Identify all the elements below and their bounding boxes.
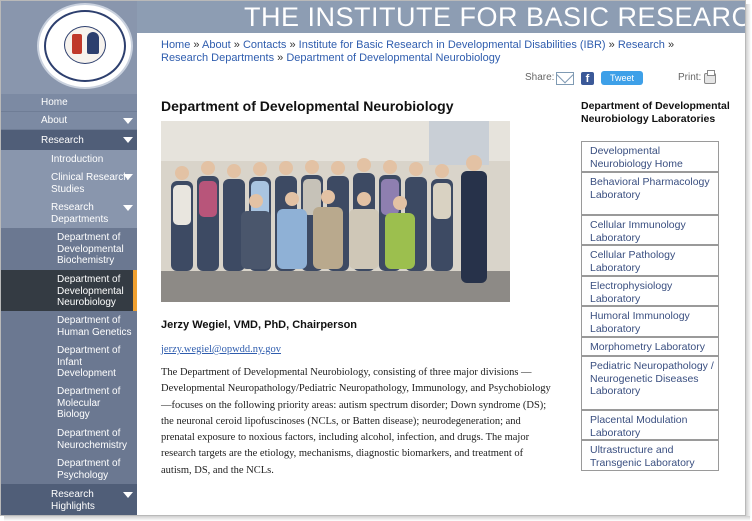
tweet-label: Tweet (609, 73, 634, 83)
lab-link-developmental-neurobiology-home[interactable]: Developmental Neurobiology Home (581, 141, 719, 172)
labs-heading: Department of Developmental Neurobiology… (581, 100, 730, 125)
sidebar-item-label: Home (41, 97, 68, 108)
sidebar-item-label: Department of Psychology (57, 458, 121, 481)
page-shadow-right (746, 4, 751, 518)
sidebar-item-label: Department of Infant Development (57, 345, 121, 379)
site-title[interactable]: THE INSTITUTE FOR BASIC RESEARCH (244, 2, 745, 33)
sidebar-item-about[interactable]: About (1, 112, 137, 130)
sidebar-item-label: Research Highlights (51, 489, 95, 512)
active-indicator (133, 270, 137, 311)
sidebar-item-label: Research (41, 135, 84, 146)
sidebar-item-psychology[interactable]: Department of Psychology (1, 454, 137, 484)
chairperson-email-link[interactable]: jerzy.wegiel@opwdd.ny.gov (161, 344, 281, 355)
sidebar-item-developmental-biochemistry[interactable]: Department of Developmental Biochemistry (1, 228, 137, 270)
breadcrumb-separator: » (193, 39, 200, 51)
lab-link-ultrastructure-transgenic[interactable]: Ultrastructure and Transgenic Laboratory (581, 440, 719, 471)
sidebar-item-home[interactable]: Home (1, 94, 137, 112)
breadcrumb: Home » About » Contacts » Institute for … (161, 39, 691, 65)
tweet-button[interactable]: Tweet (601, 71, 643, 85)
breadcrumb-separator: » (289, 39, 296, 51)
lab-link-cellular-immunology[interactable]: Cellular Immunology Laboratory (581, 215, 719, 245)
breadcrumb-contacts[interactable]: Contacts (243, 39, 286, 51)
sidebar-item-label: Introduction (51, 154, 104, 165)
lab-link-behavioral-pharmacology[interactable]: Behavioral Pharmacology Laboratory (581, 172, 719, 215)
sidebar-item-label: Research Departments (51, 202, 109, 225)
sidebar-item-developmental-neurobiology[interactable]: Department of Developmental Neurobiology (1, 270, 137, 311)
group-photo-illustration (161, 121, 510, 302)
lab-link-label: Cellular Pathology Laboratory (590, 249, 676, 274)
lab-link-label: Behavioral Pharmacology Laboratory (590, 176, 710, 201)
sidebar: Home About Research Introduction Clinica… (1, 91, 137, 515)
sidebar-item-research[interactable]: Research (1, 130, 137, 150)
lab-link-morphometry[interactable]: Morphometry Laboratory (581, 337, 719, 356)
logo-area (1, 1, 137, 91)
sidebar-item-infant-development[interactable]: Department of Infant Development (1, 341, 137, 382)
breadcrumb-separator: » (277, 52, 284, 64)
sidebar-item-label: Department of Developmental Neurobiology (57, 274, 124, 308)
lab-link-pediatric-neuropathology[interactable]: Pediatric Neuropathology / Neurogenetic … (581, 356, 719, 410)
sidebar-item-neurochemistry[interactable]: Department of Neurochemistry (1, 424, 137, 454)
facebook-icon[interactable]: f (581, 72, 594, 85)
sidebar-item-label: Department of Human Genetics (57, 315, 132, 338)
sidebar-item-molecular-biology[interactable]: Department of Molecular Biology (1, 382, 137, 424)
lab-link-label: Ultrastructure and Transgenic Laboratory (590, 444, 695, 469)
breadcrumb-current[interactable]: Department of Developmental Neurobiology (286, 52, 500, 64)
email-share-icon[interactable] (556, 72, 574, 85)
logo-figure-icon (87, 32, 99, 54)
sidebar-item-label: Department of Molecular Biology (57, 386, 121, 420)
sidebar-item-label: Department of Developmental Biochemistry (57, 232, 124, 266)
lab-link-label: Electrophysiology Laboratory (590, 280, 673, 305)
lab-link-electrophysiology[interactable]: Electrophysiology Laboratory (581, 276, 719, 306)
sidebar-item-clinical-research-studies[interactable]: Clinical Research Studies (1, 169, 137, 198)
page-shadow-bottom (4, 516, 750, 521)
lab-link-label: Placental Modulation Laboratory (590, 414, 688, 439)
lab-link-label: Humoral Immunology Laboratory (590, 310, 690, 335)
sidebar-item-research-highlights[interactable]: Research Highlights (1, 484, 137, 515)
share-label: Share: (525, 72, 555, 83)
page-frame: THE INSTITUTE FOR BASIC RESEARCH Home Ab… (0, 0, 746, 516)
chevron-down-icon[interactable] (123, 492, 133, 498)
breadcrumb-research[interactable]: Research (618, 39, 665, 51)
page-title: Department of Developmental Neurobiology (161, 98, 454, 114)
breadcrumb-separator: » (233, 39, 240, 51)
sidebar-item-human-genetics[interactable]: Department of Human Genetics (1, 311, 137, 341)
lab-link-placental-modulation[interactable]: Placental Modulation Laboratory (581, 410, 719, 440)
lab-link-cellular-pathology[interactable]: Cellular Pathology Laboratory (581, 245, 719, 276)
breadcrumb-separator: » (667, 39, 675, 51)
printer-icon[interactable] (704, 70, 716, 84)
chevron-down-icon[interactable] (123, 174, 133, 180)
sidebar-item-research-departments[interactable]: Research Departments (1, 198, 137, 228)
lab-link-label: Cellular Immunology Laboratory (590, 219, 686, 244)
sidebar-item-label: Clinical Research Studies (51, 172, 129, 195)
breadcrumb-research-departments[interactable]: Research Departments (161, 52, 274, 64)
sidebar-item-label: Department of Neurochemistry (57, 428, 128, 451)
department-description: The Department of Developmental Neurobio… (161, 367, 551, 476)
breadcrumb-ibr[interactable]: Institute for Basic Research in Developm… (299, 39, 606, 51)
institute-logo[interactable] (37, 3, 133, 89)
print-label: Print: (678, 72, 702, 83)
department-group-photo (161, 121, 510, 302)
chairperson-name: Jerzy Wegiel, VMD, PhD, Chairperson (161, 319, 358, 331)
chevron-down-icon[interactable] (123, 118, 133, 124)
breadcrumb-separator: » (608, 39, 615, 51)
logo-seal (64, 26, 106, 64)
breadcrumb-about[interactable]: About (202, 39, 231, 51)
breadcrumb-home[interactable]: Home (161, 39, 190, 51)
logo-flask-icon (72, 34, 82, 54)
sidebar-item-introduction[interactable]: Introduction (1, 150, 137, 169)
sidebar-item-label: About (41, 115, 68, 126)
lab-link-label: Morphometry Laboratory (590, 341, 705, 353)
lab-link-label: Pediatric Neuropathology / Neurogenetic … (590, 360, 714, 397)
chevron-down-icon[interactable] (123, 137, 133, 143)
chevron-down-icon[interactable] (123, 205, 133, 211)
lab-link-humoral-immunology[interactable]: Humoral Immunology Laboratory (581, 306, 719, 337)
lab-link-label: Developmental Neurobiology Home (590, 145, 683, 170)
